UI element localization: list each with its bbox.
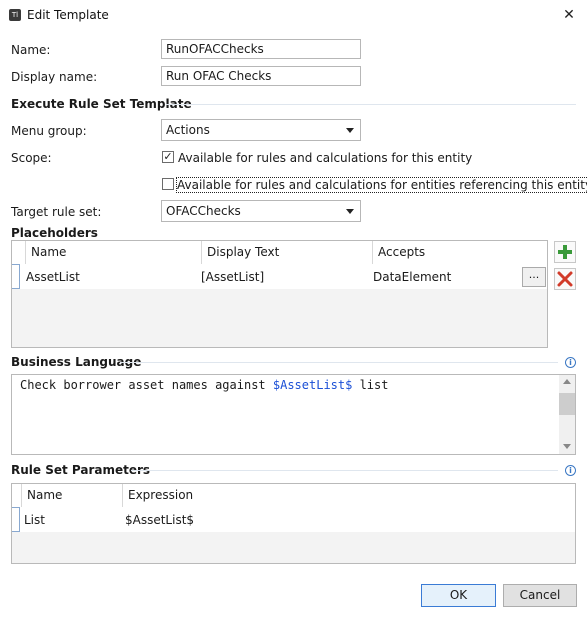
chevron-down-icon [346, 209, 354, 214]
parameter-expression-cell[interactable]: $AssetList$ [125, 513, 194, 527]
scope-referencing-checkbox[interactable] [162, 178, 174, 190]
info-icon[interactable]: i [565, 465, 576, 476]
add-placeholder-button[interactable] [554, 241, 576, 263]
placeholder-display-text-cell[interactable]: [AssetList] [201, 270, 264, 284]
vertical-scrollbar[interactable] [559, 375, 575, 454]
rule-set-parameters-grid: Name Expression List $AssetList$ [11, 483, 576, 564]
delete-x-icon [557, 271, 573, 287]
target-rule-set-label: Target rule set: [11, 205, 102, 219]
scope-label: Scope: [11, 151, 52, 165]
scope-entity-checkbox[interactable]: ✓ [162, 151, 174, 163]
name-label: Name: [11, 43, 51, 57]
rule-set-parameters-divider [131, 470, 558, 471]
delete-placeholder-button[interactable] [554, 268, 576, 290]
scroll-up-icon[interactable] [563, 379, 571, 384]
chevron-down-icon [346, 128, 354, 133]
rule-set-parameters-grid-header: Name Expression [12, 484, 575, 508]
window-title: Edit Template [27, 8, 109, 22]
app-icon: Tl [9, 9, 21, 21]
display-name-label: Display name: [11, 70, 98, 84]
menu-group-value: Actions [166, 123, 210, 137]
cancel-button[interactable]: Cancel [503, 584, 577, 607]
placeholders-grid-header: Name Display Text Accepts [12, 241, 547, 265]
row-selector[interactable] [12, 264, 20, 289]
browse-button[interactable]: ... [522, 267, 546, 287]
menu-group-select[interactable]: Actions [161, 119, 361, 141]
name-input[interactable]: RunOFACChecks [161, 39, 361, 59]
target-rule-set-value: OFACChecks [166, 204, 241, 218]
menu-group-label: Menu group: [11, 124, 87, 138]
row-header-corner [12, 241, 26, 264]
target-rule-set-select[interactable]: OFACChecks [161, 200, 361, 222]
column-header-display-text[interactable]: Display Text [202, 241, 373, 264]
placeholders-grid: Name Display Text Accepts AssetList [Ass… [11, 240, 548, 348]
placeholder-name-cell[interactable]: AssetList [26, 270, 80, 284]
row-selector[interactable] [12, 507, 20, 532]
column-header-accepts[interactable]: Accepts [373, 241, 547, 264]
info-icon[interactable]: i [565, 357, 576, 368]
row-header-corner [12, 484, 22, 507]
table-row[interactable]: List $AssetList$ [12, 507, 575, 532]
close-icon[interactable]: ✕ [559, 5, 579, 25]
column-header-name[interactable]: Name [22, 484, 123, 507]
plus-icon [558, 245, 572, 259]
scrollbar-thumb[interactable] [559, 393, 575, 415]
business-language-divider [120, 362, 558, 363]
business-language-text: Check borrower asset names against $Asse… [20, 378, 389, 392]
execute-section-heading: Execute Rule Set Template [11, 97, 192, 111]
business-language-editor[interactable]: Check borrower asset names against $Asse… [11, 374, 576, 455]
column-header-name[interactable]: Name [26, 241, 202, 264]
scope-referencing-label: Available for rules and calculations for… [175, 177, 587, 193]
scroll-down-icon[interactable] [563, 444, 571, 449]
scope-entity-label: Available for rules and calculations for… [178, 151, 473, 165]
column-header-expression[interactable]: Expression [123, 484, 575, 507]
table-row[interactable]: AssetList [AssetList] DataElement ... [12, 264, 547, 289]
placeholder-accepts-cell[interactable]: DataElement [373, 270, 451, 284]
rule-set-parameters-heading: Rule Set Parameters [11, 463, 151, 477]
execute-section-divider [166, 104, 576, 105]
placeholders-heading: Placeholders [11, 226, 98, 240]
business-language-variable: $AssetList$ [272, 378, 353, 392]
parameter-name-cell[interactable]: List [24, 513, 45, 527]
title-bar: Tl Edit Template ✕ [0, 0, 587, 30]
ok-button[interactable]: OK [421, 584, 496, 607]
display-name-input[interactable]: Run OFAC Checks [161, 66, 361, 86]
